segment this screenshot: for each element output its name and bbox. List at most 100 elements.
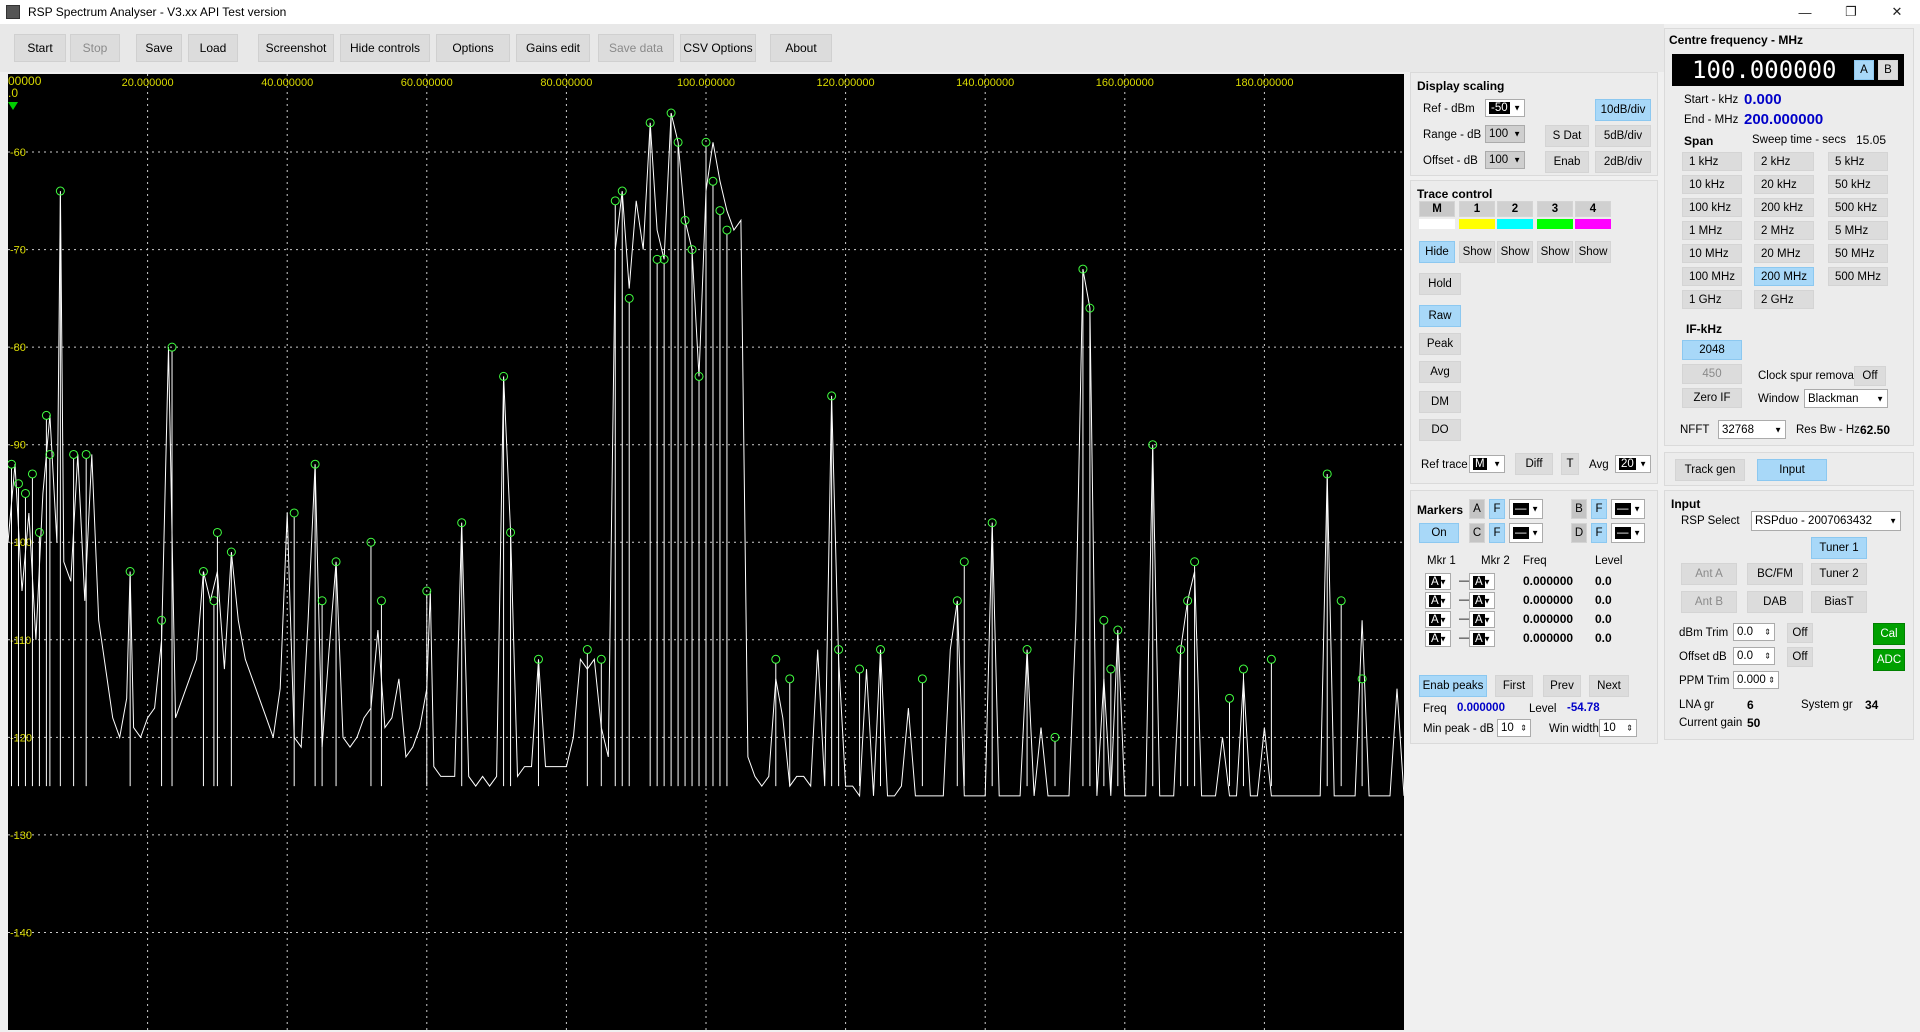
centre-a-button[interactable]: A	[1854, 60, 1874, 80]
trace-M-header[interactable]: M	[1419, 201, 1455, 217]
marker-c-button[interactable]: C	[1469, 523, 1485, 543]
trace-M-show-hide-button[interactable]: Hide	[1419, 241, 1455, 263]
dm-button[interactable]: DM	[1419, 391, 1461, 413]
trace-1-header[interactable]: 1	[1459, 201, 1495, 217]
span-50-khz-button[interactable]: 50 kHz	[1828, 175, 1888, 194]
if-450-button[interactable]: 450	[1682, 364, 1742, 384]
marker-row-mkr2-dropdown[interactable]: A ▼	[1469, 630, 1495, 647]
save-button[interactable]: Save	[136, 34, 182, 62]
ant-b-button[interactable]: Ant B	[1681, 591, 1737, 613]
trace-2-show-hide-button[interactable]: Show	[1497, 241, 1533, 263]
span-1-khz-button[interactable]: 1 kHz	[1682, 152, 1742, 171]
span-5-mhz-button[interactable]: 5 MHz	[1828, 221, 1888, 240]
t-button[interactable]: T	[1561, 453, 1579, 475]
span-10-khz-button[interactable]: 10 kHz	[1682, 175, 1742, 194]
span-20-khz-button[interactable]: 20 kHz	[1754, 175, 1814, 194]
span-100-khz-button[interactable]: 100 kHz	[1682, 198, 1742, 217]
first-button[interactable]: First	[1495, 675, 1533, 697]
marker-row-mkr1-dropdown[interactable]: A ▼	[1425, 592, 1451, 609]
zero-if-button[interactable]: Zero IF	[1682, 388, 1742, 408]
dbm-trim-stepper[interactable]: 0.0 ⇕	[1733, 623, 1775, 641]
trace-2-header[interactable]: 2	[1497, 201, 1533, 217]
span-2-khz-button[interactable]: 2 kHz	[1754, 152, 1814, 171]
hold-button[interactable]: Hold	[1419, 273, 1461, 295]
do-button[interactable]: DO	[1419, 419, 1461, 441]
load-button[interactable]: Load	[188, 34, 238, 62]
marker-b-button[interactable]: B	[1571, 499, 1587, 519]
marker-a-f-button[interactable]: F	[1489, 499, 1505, 519]
marker-c-f-button[interactable]: F	[1489, 523, 1505, 543]
gains-edit-button[interactable]: Gains edit	[516, 34, 590, 62]
span-200-mhz-button[interactable]: 200 MHz	[1754, 267, 1814, 286]
csv-options-button[interactable]: CSV Options	[680, 34, 756, 62]
stop-button[interactable]: Stop	[70, 34, 120, 62]
span-1-mhz-button[interactable]: 1 MHz	[1682, 221, 1742, 240]
start-khz-value[interactable]: 0.000	[1744, 91, 1782, 108]
marker-row-mkr1-dropdown[interactable]: A ▼	[1425, 630, 1451, 647]
enab-button[interactable]: Enab	[1545, 151, 1589, 173]
5db-div-button[interactable]: 5dB/div	[1595, 125, 1651, 147]
ref-dropdown[interactable]: -50 ▼	[1485, 99, 1525, 117]
bcfm-button[interactable]: BC/FM	[1747, 563, 1803, 585]
diff-button[interactable]: Diff	[1515, 453, 1553, 475]
start-button[interactable]: Start	[14, 34, 66, 62]
end-mhz-value[interactable]: 200.000000	[1744, 111, 1823, 128]
span-100-mhz-button[interactable]: 100 MHz	[1682, 267, 1742, 286]
span-50-mhz-button[interactable]: 50 MHz	[1828, 244, 1888, 263]
trace-4-header[interactable]: 4	[1575, 201, 1611, 217]
span-10-mhz-button[interactable]: 10 MHz	[1682, 244, 1742, 263]
ref-trace-dropdown[interactable]: M ▼	[1469, 455, 1505, 473]
biast-button[interactable]: BiasT	[1811, 591, 1867, 613]
span-2-mhz-button[interactable]: 2 MHz	[1754, 221, 1814, 240]
save-data-button[interactable]: Save data	[598, 34, 674, 62]
marker-row-mkr1-dropdown[interactable]: A ▼	[1425, 611, 1451, 628]
centre-b-button[interactable]: B	[1878, 60, 1898, 80]
prev-button[interactable]: Prev	[1543, 675, 1581, 697]
raw-button[interactable]: Raw	[1419, 305, 1461, 327]
restore-button[interactable]: ❐	[1828, 0, 1874, 24]
marker-a-dropdown[interactable]: — ▼	[1509, 499, 1543, 519]
marker-c-dropdown[interactable]: — ▼	[1509, 523, 1543, 543]
trace-3-header[interactable]: 3	[1537, 201, 1573, 217]
span-200-khz-button[interactable]: 200 kHz	[1754, 198, 1814, 217]
avg-button[interactable]: Avg	[1419, 361, 1461, 383]
ant-a-button[interactable]: Ant A	[1681, 563, 1737, 585]
span-500-mhz-button[interactable]: 500 MHz	[1828, 267, 1888, 286]
marker-b-f-button[interactable]: F	[1591, 499, 1607, 519]
span-20-mhz-button[interactable]: 20 MHz	[1754, 244, 1814, 263]
cal-button[interactable]: Cal	[1873, 623, 1905, 645]
marker-row-mkr2-dropdown[interactable]: A ▼	[1469, 592, 1495, 609]
clock-spur-off-button[interactable]: Off	[1854, 366, 1886, 386]
nfft-dropdown[interactable]: 32768 ▼	[1718, 420, 1786, 439]
options-button[interactable]: Options	[436, 34, 510, 62]
marker-a-button[interactable]: A	[1469, 499, 1485, 519]
avg-dropdown[interactable]: 20 ▼	[1615, 455, 1651, 473]
2db-div-button[interactable]: 2dB/div	[1595, 151, 1651, 173]
range-dropdown[interactable]: 100 ▼	[1485, 125, 1525, 143]
offset-db-stepper[interactable]: 0.0 ⇕	[1733, 647, 1775, 665]
ppm-trim-stepper[interactable]: 0.000 ⇕	[1733, 671, 1779, 689]
marker-d-f-button[interactable]: F	[1591, 523, 1607, 543]
rsp-select-dropdown[interactable]: RSPduo - 2007063432 ▼	[1751, 511, 1901, 531]
adc-button[interactable]: ADC	[1873, 649, 1905, 671]
marker-b-dropdown[interactable]: — ▼	[1611, 499, 1645, 519]
marker-row-mkr2-dropdown[interactable]: A ▼	[1469, 573, 1495, 590]
tuner2-button[interactable]: Tuner 2	[1811, 563, 1867, 585]
win-width-stepper[interactable]: 10 ⇕	[1599, 719, 1637, 737]
span-500-khz-button[interactable]: 500 kHz	[1828, 198, 1888, 217]
minimize-button[interactable]: —	[1782, 0, 1828, 24]
about-button[interactable]: About	[770, 34, 832, 62]
markers-on-button[interactable]: On	[1419, 523, 1459, 543]
track-gen-button[interactable]: Track gen	[1675, 459, 1745, 481]
marker-d-dropdown[interactable]: — ▼	[1611, 523, 1645, 543]
10db-div-button[interactable]: 10dB/div	[1595, 99, 1651, 121]
next-button[interactable]: Next	[1589, 675, 1629, 697]
spectrum-plot[interactable]: 20.000000 40.000000 60.000000 80.000000 100.…	[8, 74, 1404, 1030]
s-dat-button[interactable]: S Dat	[1545, 125, 1589, 147]
trace-1-show-hide-button[interactable]: Show	[1459, 241, 1495, 263]
marker-row-mkr1-dropdown[interactable]: A ▼	[1425, 573, 1451, 590]
trace-4-show-hide-button[interactable]: Show	[1575, 241, 1611, 263]
if-2048-button[interactable]: 2048	[1682, 340, 1742, 360]
enab-peaks-button[interactable]: Enab peaks	[1419, 675, 1487, 697]
offset-db-off-button[interactable]: Off	[1787, 647, 1813, 667]
